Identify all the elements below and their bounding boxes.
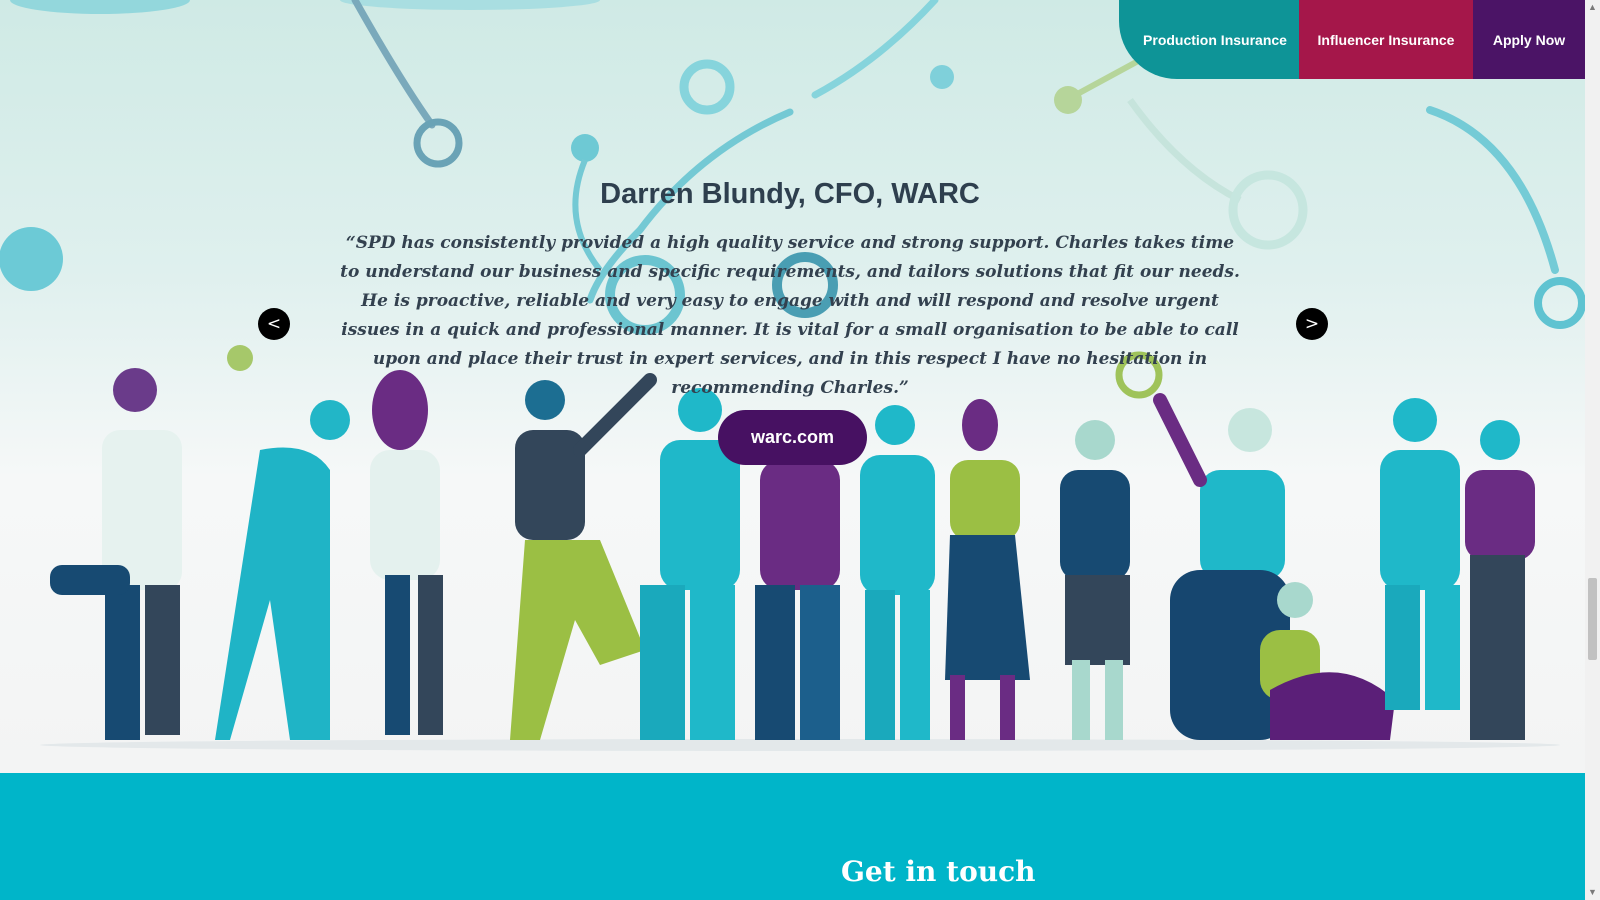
testimonial-card: Darren Blundy, CFO, WARC “SPD has consis… bbox=[340, 178, 1240, 403]
carousel-prev-button[interactable]: < bbox=[258, 308, 290, 340]
chevron-right-icon: > bbox=[1304, 314, 1320, 334]
company-website-button[interactable]: warc.com bbox=[718, 410, 867, 465]
contact-heading: Get in touch bbox=[841, 855, 1036, 888]
testimonial-section: Production Insurance Influencer Insuranc… bbox=[0, 0, 1585, 773]
production-insurance-link[interactable]: Production Insurance bbox=[1119, 0, 1299, 79]
influencer-insurance-link[interactable]: Influencer Insurance bbox=[1299, 0, 1473, 79]
chevron-left-icon: < bbox=[266, 314, 282, 334]
testimonial-author: Darren Blundy, CFO, WARC bbox=[600, 178, 980, 210]
testimonial-quote: “SPD has consistently provided a high qu… bbox=[340, 233, 1240, 398]
top-navigation: Production Insurance Influencer Insuranc… bbox=[1119, 0, 1585, 79]
scroll-up-icon[interactable]: ▲ bbox=[1585, 0, 1600, 15]
vertical-scrollbar[interactable]: ▲ ▼ bbox=[1585, 0, 1600, 900]
scroll-down-icon[interactable]: ▼ bbox=[1585, 885, 1600, 900]
apply-now-button[interactable]: Apply Now bbox=[1473, 0, 1585, 79]
scrollbar-thumb[interactable] bbox=[1588, 578, 1597, 660]
contact-section: Get in touch bbox=[0, 773, 1585, 900]
carousel-next-button[interactable]: > bbox=[1296, 308, 1328, 340]
